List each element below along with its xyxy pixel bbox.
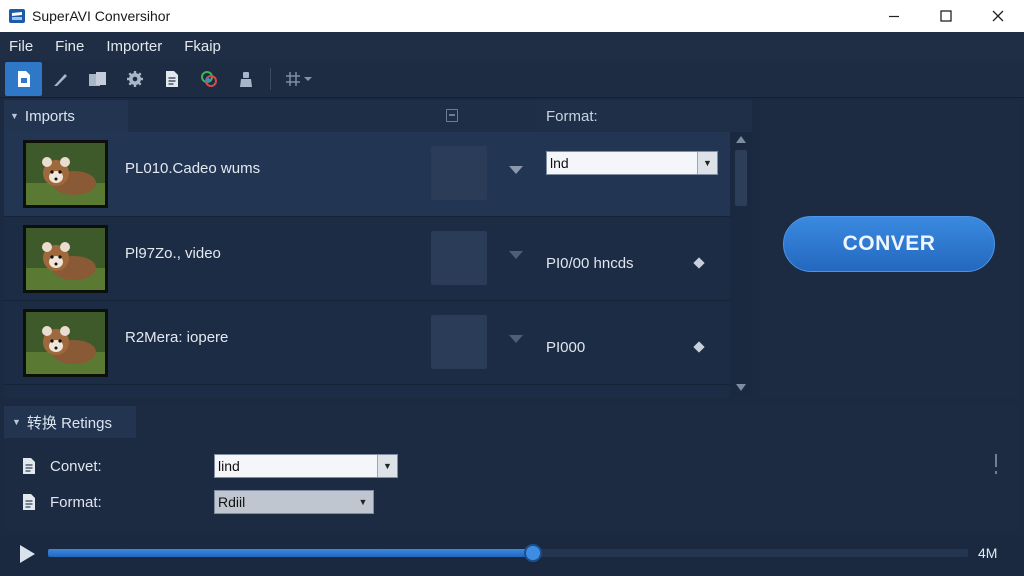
scroll-up-icon[interactable] [736, 136, 746, 143]
red-panda-thumbnail-icon [26, 143, 105, 205]
user-button[interactable] [227, 62, 264, 96]
red-panda-thumbnail-icon [26, 228, 105, 290]
collapse-caret-icon: ▼ [12, 417, 21, 427]
format-value: PI000 [546, 339, 586, 356]
progress-track[interactable] [48, 544, 968, 562]
edit-button[interactable] [42, 62, 79, 96]
import-row[interactable]: PL010.Cadeo wums lnd ▼ [4, 132, 730, 216]
minimize-button[interactable] [868, 0, 920, 32]
title-bar: SuperAVI Conversihor [0, 0, 1024, 32]
document-icon [23, 458, 35, 474]
scroll-down-icon[interactable] [736, 384, 746, 391]
format-value: PI0/00 hncds [546, 255, 634, 272]
grid-dropdown-button[interactable] [277, 62, 321, 96]
files-icon [88, 71, 106, 86]
format-select-value: lnd [550, 155, 569, 171]
gear-icon [126, 70, 143, 87]
menu-importer[interactable]: Importer [106, 38, 162, 55]
file-name: PL010.Cadeo wums [125, 160, 261, 177]
add-file-icon [17, 70, 30, 87]
video-thumbnail [23, 140, 108, 208]
maximize-button[interactable] [920, 0, 972, 32]
menu-help[interactable]: Fkaip [184, 38, 221, 55]
format-label: Format: [50, 493, 102, 511]
format-select-value: Rdiil [218, 494, 246, 510]
progress-fill [48, 549, 533, 557]
convert-select[interactable]: lind ▼ [214, 454, 398, 478]
color-button[interactable] [190, 62, 227, 96]
menu-file[interactable]: File [9, 38, 33, 55]
import-row[interactable]: R2Mera: iopere PI000 [4, 300, 730, 384]
edit-icon [53, 73, 67, 86]
preview-box [431, 146, 487, 200]
files-button[interactable] [79, 62, 116, 96]
menu-fine[interactable]: Fine [55, 38, 84, 55]
import-row[interactable]: Pl97Zo., video PI0/00 hncds [4, 216, 730, 300]
chevron-down-icon: ▼ [377, 455, 397, 477]
toolbar-separator [270, 67, 271, 90]
convert-setting-row: Convet: [22, 454, 102, 478]
scroll-thumb[interactable] [735, 150, 747, 206]
preview-box [431, 231, 487, 285]
expand-arrow-icon[interactable] [509, 166, 523, 174]
imports-panel: ▼ Imports Format: PL010.Cadeo wums lnd ▼ [4, 100, 752, 398]
expand-arrow-icon[interactable] [509, 251, 523, 259]
color-icon [200, 70, 217, 87]
format-setting-row: Format: [22, 490, 102, 514]
convert-button[interactable]: CONVER [783, 216, 995, 272]
diamond-icon[interactable] [693, 257, 705, 269]
more-options-icon[interactable] [994, 454, 998, 476]
imports-tab-label: Imports [24, 107, 75, 125]
preview-box [431, 315, 487, 369]
format-select[interactable]: lnd ▼ [546, 151, 718, 175]
file-name: Pl97Zo., video [125, 245, 221, 262]
collapse-caret-icon: ▼ [10, 111, 19, 121]
chevron-down-icon: ▼ [697, 152, 717, 174]
settings-tab-label: 转换 Retings [26, 414, 112, 432]
grid-icon [286, 71, 312, 86]
import-row-partial[interactable] [4, 384, 730, 398]
play-icon[interactable] [20, 545, 35, 563]
close-button[interactable] [972, 0, 1024, 32]
diamond-icon[interactable] [693, 341, 705, 353]
expand-arrow-icon[interactable] [509, 335, 523, 343]
settings-tab[interactable]: ▼ 转换 Retings [4, 406, 136, 438]
settings-panel: ▼ 转换 Retings Convet: lind ▼ Format: Rdii… [4, 406, 1020, 530]
time-label: 4M [978, 545, 998, 561]
minimize-icon [889, 15, 899, 18]
add-file-button[interactable] [5, 61, 42, 96]
toolbar [0, 60, 1024, 98]
document-icon [165, 70, 178, 87]
close-icon [992, 10, 1004, 22]
settings-button[interactable] [116, 62, 153, 96]
convert-label: Convet: [50, 457, 102, 475]
user-icon [239, 71, 252, 87]
menu-bar: File Fine Importer Fkaip [0, 32, 1024, 60]
format-select[interactable]: Rdiil ▼ [214, 490, 374, 514]
file-name: R2Mera: iopere [125, 329, 229, 346]
progress-handle[interactable] [524, 544, 542, 562]
document-icon [23, 494, 35, 510]
playback-bar: 4M [0, 536, 1024, 576]
imports-header: ▼ Imports Format: [4, 100, 752, 132]
format-header-label: Format: [546, 107, 598, 125]
video-thumbnail [23, 309, 108, 377]
scrollbar[interactable] [732, 132, 750, 398]
video-thumbnail [23, 225, 108, 293]
chevron-down-icon: ▼ [353, 491, 373, 513]
convert-select-value: lind [218, 458, 240, 474]
document-button[interactable] [153, 62, 190, 96]
window-title: SuperAVI Conversihor [32, 8, 171, 24]
app-logo-icon [9, 9, 25, 23]
imports-tab[interactable]: ▼ Imports [4, 100, 128, 132]
convert-panel: CONVER [760, 100, 1020, 398]
red-panda-thumbnail-icon [26, 312, 105, 374]
column-toggle-icon[interactable] [446, 109, 458, 122]
maximize-icon [940, 10, 952, 22]
format-column-header: Format: [536, 100, 752, 132]
